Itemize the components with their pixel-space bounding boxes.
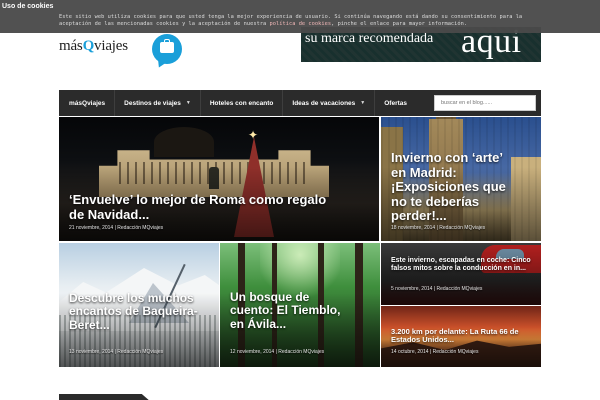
- nav-item-hoteles[interactable]: Hoteles con encanto: [201, 90, 284, 116]
- cookie-text-after: , pinche el enlace para mayor informació…: [331, 21, 468, 27]
- nav-label: Hoteles con encanto: [209, 99, 274, 107]
- main-nav: másQviajes Destinos de viajes ▼ Hoteles c…: [59, 90, 541, 116]
- tile-image-dome: [154, 127, 214, 157]
- cookie-title: Uso de cookies: [2, 3, 54, 10]
- chevron-down-icon: ▼: [360, 100, 366, 106]
- search-input[interactable]: [434, 95, 536, 111]
- post-author[interactable]: Redacción MQviajes: [439, 225, 485, 231]
- nav-item-destinos[interactable]: Destinos de viajes ▼: [115, 90, 201, 116]
- post-title[interactable]: Invierno con ‘arte’ en Madrid: ¡Exposici…: [391, 150, 506, 224]
- post-meta: 12 noviembre, 2014 | Redacción MQviajes: [230, 349, 324, 355]
- featured-post-madrid[interactable]: Invierno con ‘arte’ en Madrid: ¡Exposici…: [381, 117, 541, 241]
- post-author[interactable]: Redacción MQviajes: [433, 349, 479, 355]
- post-meta: 21 noviembre, 2014 | Redacción MQviajes: [69, 225, 163, 231]
- post-meta: 18 noviembre, 2014 | Redacción MQviajes: [391, 225, 485, 231]
- suitcase-icon: [160, 42, 174, 53]
- logo-q: Q: [82, 38, 95, 54]
- post-title[interactable]: Descubre los muchos encantos de Baqueira…: [69, 291, 209, 332]
- post-author[interactable]: Redacción MQviajes: [117, 225, 163, 231]
- nav-label: Ideas de vacaciones: [292, 99, 356, 107]
- post-author[interactable]: Redacción MQviajes: [117, 349, 163, 355]
- post-date: 12 noviembre, 2014: [230, 349, 275, 355]
- post-date: 21 noviembre, 2014: [69, 225, 114, 231]
- cookie-banner: Uso de cookies Este sitio web utiliza co…: [0, 0, 600, 33]
- featured-post-roma[interactable]: ✦ ‘Envuelve’ lo mejor de Roma como regal…: [59, 117, 379, 241]
- chevron-down-icon: ▼: [185, 100, 191, 106]
- star-icon: ✦: [248, 128, 259, 142]
- cookie-policy-link[interactable]: política de cookies: [270, 21, 332, 27]
- nav-item-ideas[interactable]: Ideas de vacaciones ▼: [283, 90, 376, 116]
- nav-item-home[interactable]: másQviajes: [59, 90, 116, 116]
- post-title[interactable]: Un bosque de cuento: El Tiemblo, en Ávil…: [230, 290, 345, 331]
- page: Uso de cookies Este sitio web utiliza co…: [0, 0, 600, 400]
- banner-text: su marca recomendada: [305, 31, 434, 46]
- tile-shade: [381, 243, 541, 305]
- section-heading-tab: [59, 394, 151, 400]
- logo-pre: más: [59, 38, 83, 54]
- post-date: 14 octubre, 2014: [391, 349, 429, 355]
- site-logo[interactable]: másQviajes: [59, 34, 184, 71]
- post-date: 5 noviembre, 2014: [391, 286, 433, 292]
- post-meta: 5 noviembre, 2014 | Redacción MQviajes: [391, 286, 482, 292]
- post-title[interactable]: 3.200 km por delante: La Ruta 66 de Esta…: [391, 327, 536, 345]
- post-date: 13 noviembre, 2014: [69, 349, 114, 355]
- post-ruta-66[interactable]: 3.200 km por delante: La Ruta 66 de Esta…: [381, 306, 541, 367]
- nav-label: Ofertas: [384, 99, 407, 107]
- post-title[interactable]: ‘Envuelve’ lo mejor de Roma como regalo …: [69, 192, 339, 222]
- post-author[interactable]: Redacción MQviajes: [437, 286, 483, 292]
- logo-post: viajes: [94, 38, 128, 54]
- post-author[interactable]: Redacción MQviajes: [278, 349, 324, 355]
- post-title[interactable]: Este invierno, escapadas en coche: Cinco…: [391, 257, 536, 273]
- post-meta: 13 noviembre, 2014 | Redacción MQviajes: [69, 349, 163, 355]
- featured-post-el-tiemblo[interactable]: Un bosque de cuento: El Tiemblo, en Ávil…: [220, 243, 380, 367]
- post-date: 18 noviembre, 2014: [391, 225, 436, 231]
- post-escapadas-coche[interactable]: Este invierno, escapadas en coche: Cinco…: [381, 243, 541, 305]
- nav-item-ofertas[interactable]: Ofertas: [375, 90, 416, 116]
- nav-label: Destinos de viajes: [124, 99, 181, 107]
- post-meta: 14 octubre, 2014 | Redacción MQviajes: [391, 349, 478, 355]
- cookie-text: Este sitio web utiliza cookies para que …: [59, 14, 539, 28]
- logo-text: másQviajes: [59, 38, 128, 55]
- nav-label: másQviajes: [69, 99, 106, 107]
- featured-post-baqueira[interactable]: Descubre los muchos encantos de Baqueira…: [59, 243, 219, 367]
